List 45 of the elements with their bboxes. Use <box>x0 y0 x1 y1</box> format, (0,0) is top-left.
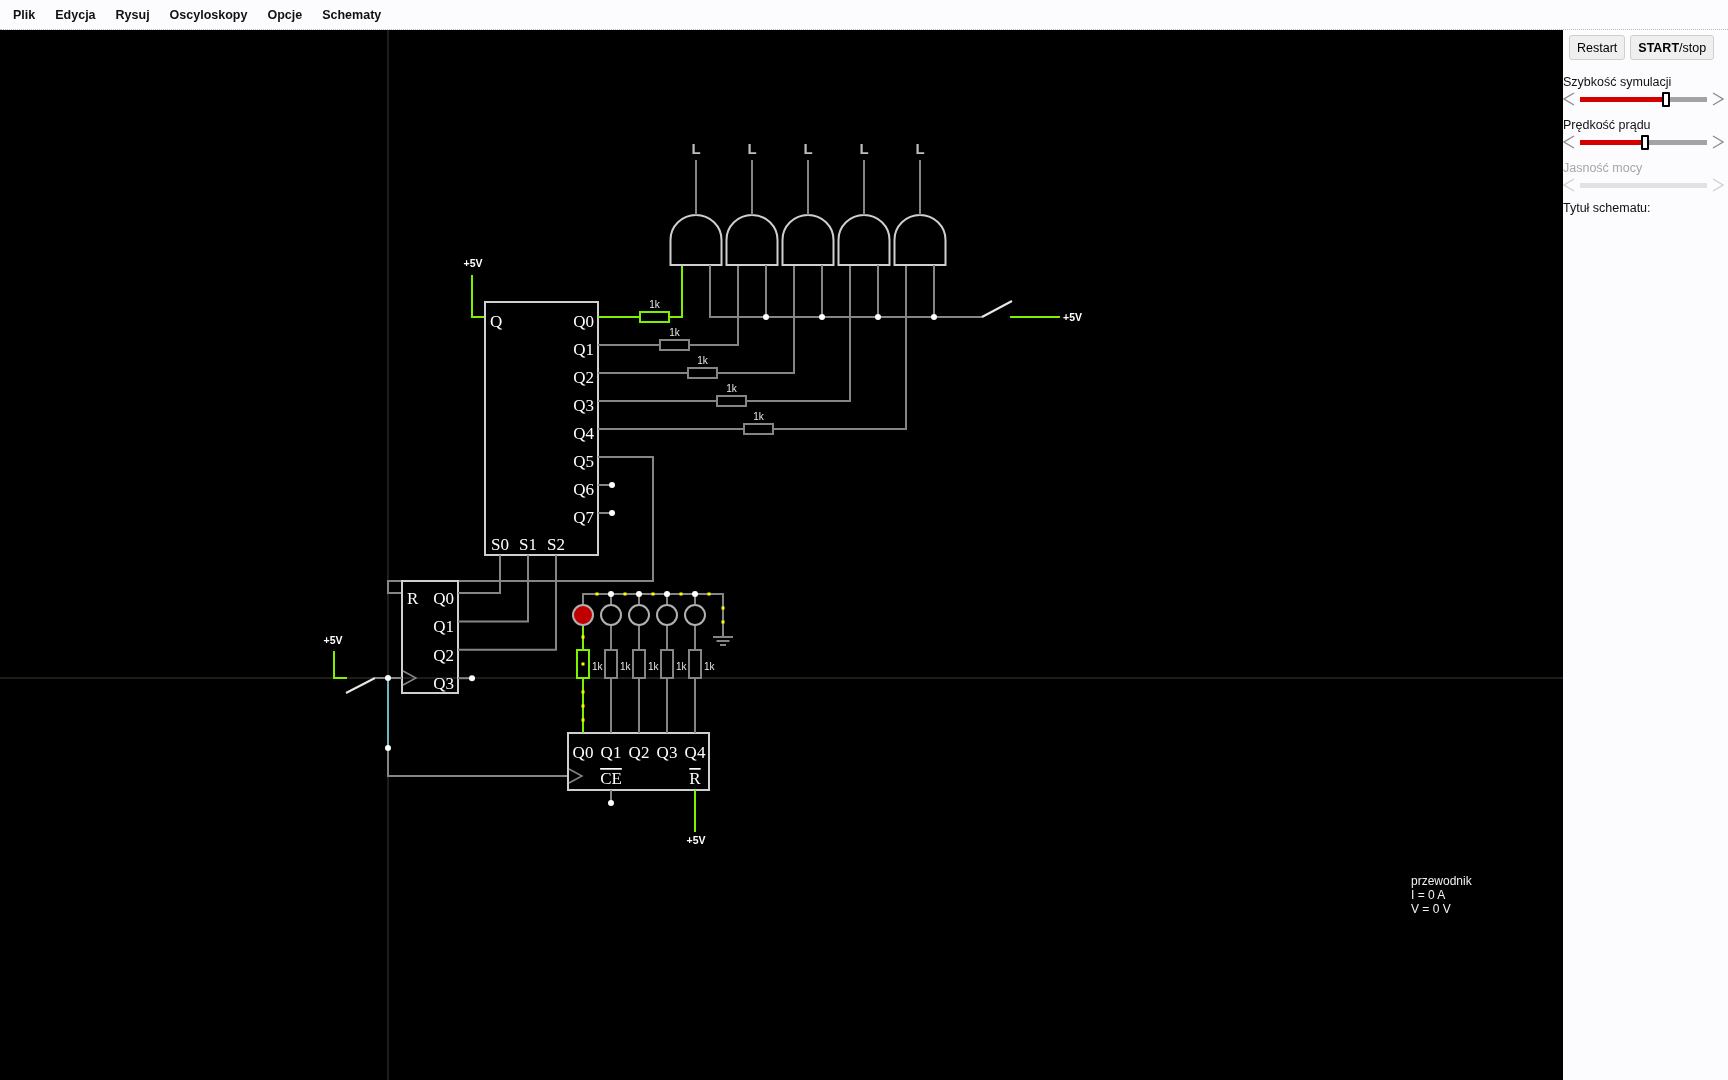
pin-label: R <box>689 769 701 788</box>
pin-label: Q <box>490 312 503 331</box>
output-label: L <box>915 140 925 157</box>
pin-label: Q4 <box>684 743 706 762</box>
resistor-value: 1k <box>592 661 603 672</box>
pin-label: S0 <box>491 535 509 554</box>
pin-label: Q0 <box>572 743 594 762</box>
pin-label: R <box>407 589 419 608</box>
voltage-label: +5V <box>686 834 706 846</box>
output-label: L <box>747 140 757 157</box>
pin-label: Q1 <box>573 340 594 359</box>
pin-label: Q2 <box>573 368 594 387</box>
voltage-label: +5V <box>463 257 483 269</box>
pin-label: Q4 <box>573 424 594 443</box>
schematic-title-label: Tytuł schematu: <box>1563 201 1652 216</box>
pin-label: CE <box>600 769 622 788</box>
pin-label: S1 <box>519 535 537 554</box>
resistor-value: 1k <box>648 661 659 672</box>
pin-label: Q3 <box>433 674 454 694</box>
info-text: I = 0 A <box>1411 888 1447 902</box>
pin-label: Q2 <box>433 645 454 665</box>
output-label: L <box>859 140 869 157</box>
pin-label: S2 <box>547 535 565 554</box>
output-label: L <box>803 140 813 157</box>
pin-label: Q1 <box>600 743 622 762</box>
slider-label: Prędkość prądu <box>1563 118 1652 133</box>
info-text: przewodnik <box>1411 874 1472 888</box>
slider-label: Szybkość symulacji <box>1563 75 1673 90</box>
pin-label: Q2 <box>628 743 650 762</box>
slider-label: Jasność mocy <box>1563 161 1644 176</box>
pin-label: Q3 <box>656 743 678 762</box>
resistor-value: 1k <box>620 661 631 672</box>
resistor-value: 1k <box>676 661 687 672</box>
pin-label: Q0 <box>573 312 594 331</box>
voltage-label: +5V <box>323 634 343 646</box>
pin-label: Q7 <box>573 508 594 527</box>
pin-label: Q1 <box>433 617 454 637</box>
output-label: L <box>691 140 701 157</box>
voltage-label: +5V <box>1063 311 1082 323</box>
pin-label: Q6 <box>573 480 594 499</box>
pin-label: Q3 <box>573 396 594 415</box>
info-text: V = 0 V <box>1411 902 1452 916</box>
resistor-value: 1k <box>704 661 715 672</box>
pin-label: Q0 <box>433 589 454 608</box>
pin-label: Q5 <box>573 452 594 471</box>
